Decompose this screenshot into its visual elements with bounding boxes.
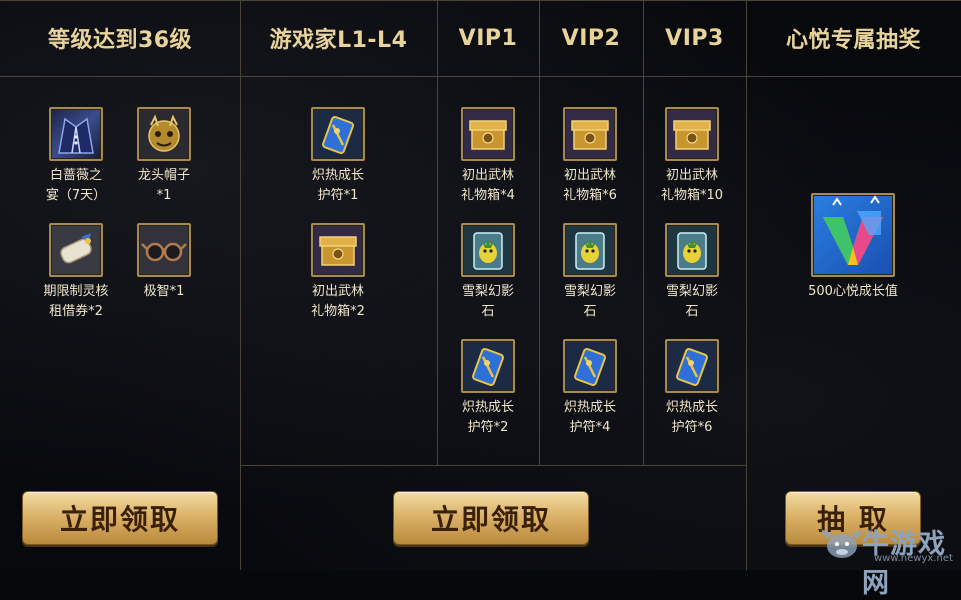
item-label: 期限制灵核 租借券*2	[43, 284, 109, 319]
item-label: 白蔷薇之 宴（7天）	[45, 168, 107, 203]
gift-box-icon	[563, 107, 617, 161]
reward-item: 雪梨幻影石	[540, 223, 640, 322]
reward-item: 初出武林 礼物箱*4	[438, 107, 538, 206]
reward-item: 炽热成长 护符*6	[642, 339, 742, 438]
reward-item: 初出武林 礼物箱*10	[642, 107, 742, 206]
claim-button-level[interactable]: 立即领取	[22, 491, 218, 545]
divider	[746, 0, 747, 570]
glasses-icon	[137, 223, 191, 277]
reward-item: 极智*1	[114, 223, 214, 302]
reward-item: 白蔷薇之 宴（7天）	[26, 107, 126, 206]
item-label: 极智*1	[143, 284, 185, 299]
watermark-url: www.newyx.net	[874, 553, 953, 564]
reward-item: 雪梨幻影石	[642, 223, 742, 322]
reward-panel: 等级达到36级 游戏家L1-L4 VIP1 VIP2 VIP3 心悦专属抽奖 白…	[0, 0, 961, 599]
amulet-icon	[311, 107, 365, 161]
reward-item: 炽热成长 护符*2	[438, 339, 538, 438]
item-label: 炽热成长 护符*1	[311, 168, 364, 203]
scroll-voucher-icon	[49, 223, 103, 277]
reward-item: 初出武林 礼物箱*6	[540, 107, 640, 206]
reward-item: 炽热成长 护符*1	[288, 107, 388, 206]
dragon-hat-icon	[137, 107, 191, 161]
amulet-icon	[461, 339, 515, 393]
gift-box-icon	[311, 223, 365, 277]
reward-item: 初出武林 礼物箱*2	[288, 223, 388, 322]
reward-item: 500心悦成长值	[793, 193, 913, 302]
reward-item: 雪梨幻影石	[438, 223, 538, 322]
watermark: 牛游戏网 www.newyx.net	[822, 520, 961, 599]
amulet-icon	[563, 339, 617, 393]
reward-item: 龙头帽子 *1	[114, 107, 214, 206]
item-label: 雪梨幻影石	[665, 284, 718, 319]
header-gamer: 游戏家L1-L4	[269, 28, 408, 53]
item-label: 炽热成长 护符*4	[563, 400, 616, 435]
item-label: 初出武林 礼物箱*2	[311, 284, 365, 319]
header-vip2: VIP2	[561, 25, 621, 51]
xinyue-growth-icon	[811, 193, 895, 277]
divider	[0, 76, 961, 77]
item-label: 雪梨幻影石	[563, 284, 616, 319]
reward-item: 炽热成长 护符*4	[540, 339, 640, 438]
item-label: 炽热成长 护符*2	[461, 400, 514, 435]
header-level: 等级达到36级	[47, 28, 193, 53]
white-suit-icon	[49, 107, 103, 161]
item-label: 初出武林 礼物箱*4	[461, 168, 515, 203]
divider	[240, 465, 746, 466]
cow-logo-icon	[822, 529, 862, 558]
item-label: 炽热成长 护符*6	[665, 400, 718, 435]
item-label: 初出武林 礼物箱*6	[563, 168, 617, 203]
amulet-icon	[665, 339, 719, 393]
phantom-stone-icon	[665, 223, 719, 277]
divider	[240, 0, 241, 570]
phantom-stone-icon	[563, 223, 617, 277]
phantom-stone-icon	[461, 223, 515, 277]
gift-box-icon	[665, 107, 719, 161]
header-vip3: VIP3	[665, 25, 724, 51]
item-label: 500心悦成长值	[808, 284, 898, 299]
gift-box-icon	[461, 107, 515, 161]
item-label: 雪梨幻影石	[461, 284, 514, 319]
item-label: 龙头帽子 *1	[137, 168, 190, 203]
item-label: 初出武林 礼物箱*10	[660, 168, 724, 203]
header-vip1: VIP1	[458, 25, 518, 51]
claim-button-vip[interactable]: 立即领取	[393, 491, 589, 545]
reward-item: 期限制灵核 租借券*2	[26, 223, 126, 322]
header-xinyue: 心悦专属抽奖	[785, 28, 921, 53]
